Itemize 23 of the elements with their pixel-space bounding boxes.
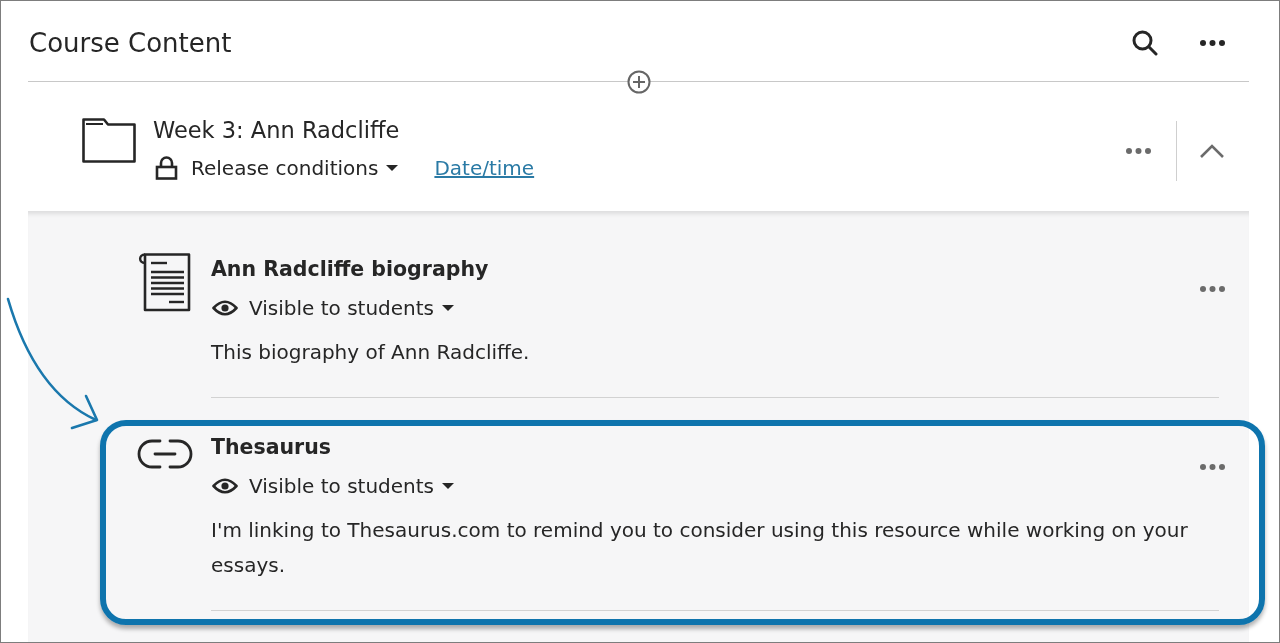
folder-title: Week 3: Ann Radcliffe [153, 116, 400, 145]
caret-icon [386, 165, 399, 171]
visibility-button[interactable]: Visible to students [211, 471, 454, 501]
lock-icon [155, 156, 178, 180]
search-icon[interactable] [1132, 30, 1158, 56]
eye-icon [212, 477, 238, 495]
link-icon [137, 439, 193, 469]
release-conditions-button[interactable]: Release conditions [153, 153, 399, 183]
date-time-link[interactable]: Date/time [434, 156, 535, 180]
eye-icon [212, 299, 238, 317]
caret-icon [442, 305, 454, 311]
add-content-icon[interactable] [626, 69, 651, 94]
item-description: This biography of Ann Radcliffe. [211, 339, 531, 366]
visibility-button[interactable]: Visible to students [211, 293, 454, 323]
folder-icon [82, 117, 136, 163]
collapse-icon[interactable] [1199, 143, 1225, 159]
more-icon[interactable] [1200, 40, 1225, 46]
caret-icon [442, 483, 454, 489]
item-description: I'm linking to Thesaurus.com to remind you to consider using this resource while working on your essays. [211, 517, 1189, 579]
item-title[interactable]: Ann Radcliffe biography [211, 255, 489, 283]
item-title[interactable]: Thesaurus [211, 433, 332, 461]
document-icon [137, 252, 191, 312]
page-title: Course Content [29, 27, 232, 59]
